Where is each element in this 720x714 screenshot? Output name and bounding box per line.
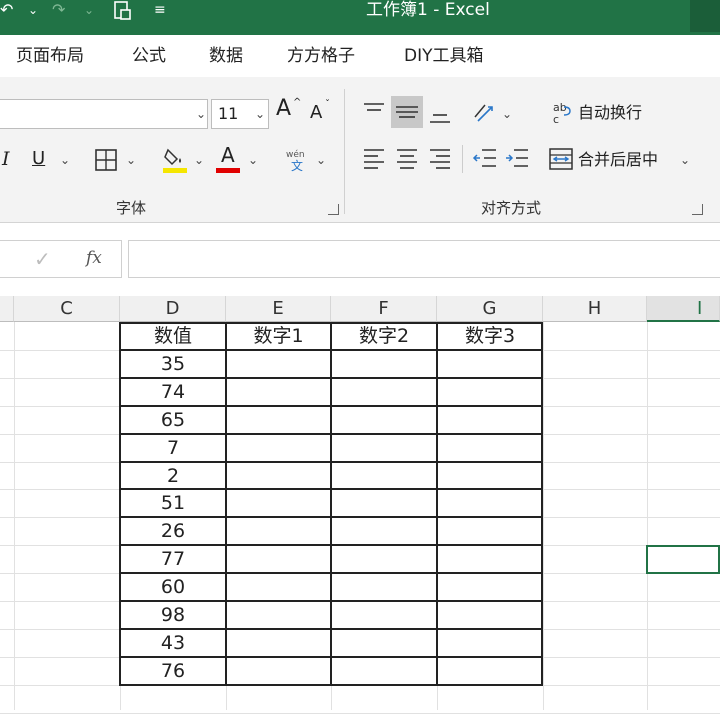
font-group-label: 字体 bbox=[116, 199, 147, 217]
tab-fangfangge[interactable]: 方方格子 bbox=[287, 45, 355, 67]
svg-text:c: c bbox=[553, 113, 559, 125]
font-name-input[interactable] bbox=[0, 99, 208, 129]
column-header-f[interactable]: F bbox=[331, 296, 437, 322]
align-center-icon[interactable] bbox=[395, 147, 419, 173]
column-header-c[interactable]: C bbox=[14, 296, 120, 322]
table-border-column bbox=[436, 322, 438, 686]
shrink-font-caret: ˇ bbox=[325, 99, 330, 110]
font-dialog-launcher-icon[interactable] bbox=[328, 204, 339, 215]
underline-dropdown-icon[interactable]: ⌄ bbox=[60, 153, 70, 167]
value-cell[interactable]: 98 bbox=[120, 602, 226, 630]
value-cell[interactable]: 35 bbox=[120, 351, 226, 379]
font-color-swatch bbox=[216, 168, 240, 173]
value-cell[interactable]: 77 bbox=[120, 546, 226, 574]
active-cell[interactable] bbox=[646, 545, 720, 574]
align-top-icon[interactable] bbox=[362, 101, 386, 125]
alignment-dialog-launcher-icon[interactable] bbox=[692, 204, 703, 215]
column-header-i[interactable]: I bbox=[647, 296, 720, 322]
grid-column-line bbox=[543, 322, 544, 710]
formula-input[interactable] bbox=[128, 240, 720, 278]
window-title: 工作簿1 - Excel bbox=[366, 0, 490, 20]
header-cell[interactable]: 数值 bbox=[120, 323, 226, 351]
account-button[interactable] bbox=[690, 0, 720, 32]
table-border-column bbox=[119, 322, 121, 686]
align-middle-button[interactable] bbox=[391, 96, 423, 128]
tab-page-layout[interactable]: 页面布局 bbox=[16, 45, 84, 67]
value-cell[interactable]: 7 bbox=[120, 435, 226, 463]
customize-toolbar-icon[interactable]: ≡ bbox=[154, 0, 166, 22]
font-size-dropdown-icon[interactable]: ⌄ bbox=[255, 107, 265, 121]
value-cell[interactable]: 43 bbox=[120, 630, 226, 658]
tab-diy-toolbox[interactable]: DIY工具箱 bbox=[404, 45, 484, 67]
value-cell[interactable]: 26 bbox=[120, 518, 226, 546]
increase-indent-icon[interactable] bbox=[504, 147, 530, 173]
orientation-icon[interactable] bbox=[472, 99, 498, 129]
ribbon-tabs: 页面布局 公式 数据 方方格子 DIY工具箱 bbox=[0, 35, 720, 77]
undo-icon[interactable]: ↶ bbox=[0, 0, 13, 22]
grid-row-line bbox=[0, 712, 720, 714]
align-left-icon[interactable] bbox=[362, 147, 386, 173]
column-header-b-partial[interactable] bbox=[0, 296, 14, 322]
column-header-h[interactable]: H bbox=[543, 296, 647, 322]
shrink-font-button[interactable]: A bbox=[310, 103, 322, 123]
print-preview-icon[interactable] bbox=[112, 0, 134, 22]
column-header-g[interactable]: G bbox=[437, 296, 543, 322]
ribbon: ⌄ 11 ⌄ A ^ A ˇ I U ⌄ ⌄ ⌄ A ⌄ wén 文 ⌄ 字体 … bbox=[0, 77, 720, 223]
redo-icon[interactable]: ↷ bbox=[52, 0, 65, 22]
italic-button[interactable]: I bbox=[2, 149, 10, 169]
merge-center-icon[interactable] bbox=[548, 147, 574, 175]
tab-formulas[interactable]: 公式 bbox=[132, 45, 166, 67]
enter-check-icon[interactable]: ✓ bbox=[34, 247, 51, 271]
wrap-text-button[interactable]: 自动换行 bbox=[578, 103, 642, 123]
undo-dropdown-icon[interactable]: ⌄ bbox=[28, 0, 38, 22]
phonetic-guide-button[interactable]: 文 bbox=[291, 156, 303, 176]
header-cell[interactable]: 数字3 bbox=[437, 323, 543, 351]
formula-controls: ✓ fx bbox=[0, 240, 122, 278]
table-border-column bbox=[541, 322, 543, 686]
value-cell[interactable]: 65 bbox=[120, 407, 226, 435]
redo-dropdown-icon: ⌄ bbox=[84, 3, 95, 17]
grow-font-caret: ^ bbox=[293, 97, 302, 108]
value-cell[interactable]: 60 bbox=[120, 574, 226, 602]
group-separator bbox=[344, 89, 345, 214]
column-header-e[interactable]: E bbox=[226, 296, 331, 322]
column-header-d[interactable]: D bbox=[120, 296, 226, 322]
grow-font-button[interactable]: A bbox=[276, 98, 291, 120]
font-color-button[interactable]: A bbox=[221, 145, 235, 165]
decrease-indent-icon[interactable] bbox=[472, 147, 498, 173]
align-bottom-icon[interactable] bbox=[428, 101, 452, 131]
phonetic-dropdown-icon[interactable]: ⌄ bbox=[316, 153, 326, 167]
orientation-dropdown-icon[interactable]: ⌄ bbox=[502, 107, 512, 121]
value-cell[interactable]: 51 bbox=[120, 490, 226, 518]
value-cell[interactable]: 74 bbox=[120, 379, 226, 407]
worksheet-grid[interactable]: C D E F G H I 数值 数字1 数字2 数字3 35 74 65 7 2 51 26 77 6… bbox=[0, 296, 720, 714]
borders-icon[interactable] bbox=[94, 148, 118, 176]
tab-data[interactable]: 数据 bbox=[209, 45, 243, 67]
table-border-column bbox=[225, 322, 227, 686]
align-separator bbox=[462, 145, 463, 173]
header-cell[interactable]: 数字2 bbox=[331, 323, 437, 351]
header-cell[interactable]: 数字1 bbox=[226, 323, 331, 351]
fill-color-dropdown-icon[interactable]: ⌄ bbox=[194, 153, 204, 167]
wrap-text-icon[interactable]: ab c bbox=[552, 99, 574, 129]
fill-color-icon[interactable] bbox=[162, 146, 188, 178]
insert-function-icon[interactable]: fx bbox=[86, 248, 102, 268]
grid-column-line bbox=[647, 322, 648, 710]
grid-column-line bbox=[14, 322, 15, 710]
value-cell[interactable]: 2 bbox=[120, 463, 226, 491]
underline-button[interactable]: U bbox=[32, 149, 45, 169]
merge-center-button[interactable]: 合并后居中 bbox=[578, 150, 658, 170]
title-bar: ↶ ⌄ ↷ ⌄ ≡ 工作簿1 - Excel bbox=[0, 0, 720, 35]
alignment-group-label: 对齐方式 bbox=[481, 199, 542, 217]
borders-dropdown-icon[interactable]: ⌄ bbox=[126, 153, 136, 167]
merge-center-dropdown-icon[interactable]: ⌄ bbox=[680, 153, 690, 167]
align-right-icon[interactable] bbox=[428, 147, 452, 173]
font-color-dropdown-icon[interactable]: ⌄ bbox=[248, 153, 258, 167]
value-cell[interactable]: 76 bbox=[120, 658, 226, 686]
font-name-dropdown-icon[interactable]: ⌄ bbox=[196, 107, 206, 121]
table-border-column bbox=[330, 322, 332, 686]
